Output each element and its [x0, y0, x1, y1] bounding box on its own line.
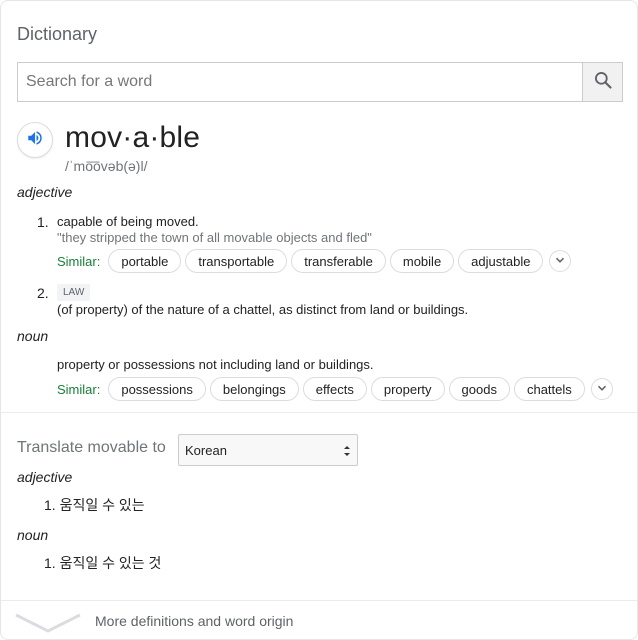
search-button[interactable] — [582, 63, 622, 101]
more-definitions-link[interactable]: More definitions and word origin — [1, 601, 637, 639]
definition-number: 1. — [37, 214, 49, 230]
translation-part-of-speech: adjective — [17, 469, 73, 485]
language-select[interactable]: Korean — [178, 434, 358, 466]
similar-chip[interactable]: chattels — [513, 377, 585, 401]
similar-chip[interactable]: adjustable — [458, 249, 544, 273]
translation-text: 움직일 수 있는 — [59, 497, 145, 513]
definition-text: property or possessions not including la… — [57, 357, 374, 372]
part-of-speech: noun — [17, 328, 49, 344]
chevron-down-icon — [597, 380, 607, 398]
part-of-speech: adjective — [17, 184, 73, 200]
card-title: Dictionary — [17, 24, 98, 44]
search-input[interactable] — [18, 63, 582, 101]
more-definitions-text: More definitions and word origin — [95, 613, 294, 629]
similar-chip[interactable]: portable — [108, 249, 182, 273]
headword: mov·a·ble — [65, 121, 201, 154]
similar-chip[interactable]: goods — [448, 377, 510, 401]
similar-label: Similar: — [57, 253, 101, 269]
chevron-down-icon — [15, 609, 81, 638]
expand-similar-button[interactable] — [549, 250, 572, 272]
similar-chip[interactable]: belongings — [209, 377, 299, 401]
selected-language: Korean — [185, 442, 227, 458]
speaker-icon — [26, 129, 44, 152]
translation-item: 1. 움직일 수 있는 것 — [44, 553, 161, 573]
similar-words: Similar: portable transportable transfer… — [57, 249, 572, 273]
similar-chip[interactable]: property — [370, 377, 445, 401]
definition-number: 2. — [37, 285, 49, 301]
search-box — [17, 62, 623, 102]
expand-similar-button[interactable] — [590, 378, 613, 400]
similar-chip[interactable]: effects — [302, 377, 367, 401]
similar-words: Similar: possessions belongings effects … — [57, 377, 613, 401]
translation-number: 1. — [44, 497, 56, 513]
definition-example: "they stripped the town of all movable o… — [57, 230, 372, 245]
dictionary-card: Dictionary mov·a·ble /ˈmo͞ovəb(ə)l/ adje… — [0, 0, 638, 640]
similar-chip[interactable]: transportable — [185, 249, 288, 273]
similar-chip[interactable]: possessions — [108, 377, 206, 401]
chevron-down-icon — [555, 252, 565, 270]
search-icon — [593, 70, 613, 95]
definition-text: capable of being moved. — [57, 214, 199, 229]
similar-chip[interactable]: mobile — [389, 249, 455, 273]
section-divider — [1, 412, 637, 413]
translate-label: Translate movable to — [17, 439, 166, 456]
similar-chip[interactable]: transferable — [291, 249, 386, 273]
translation-item: 1. 움직일 수 있는 — [44, 495, 145, 515]
domain-label: LAW — [57, 284, 91, 301]
definition-text: (of property) of the nature of a chattel… — [57, 302, 469, 317]
translation-number: 1. — [44, 555, 56, 571]
pronunciation-button[interactable] — [17, 122, 53, 158]
select-arrows-icon — [343, 443, 351, 459]
translation-text: 움직일 수 있는 것 — [59, 555, 162, 571]
phonetic: /ˈmo͞ovəb(ə)l/ — [65, 158, 148, 174]
similar-label: Similar: — [57, 381, 101, 397]
translation-part-of-speech: noun — [17, 527, 49, 543]
